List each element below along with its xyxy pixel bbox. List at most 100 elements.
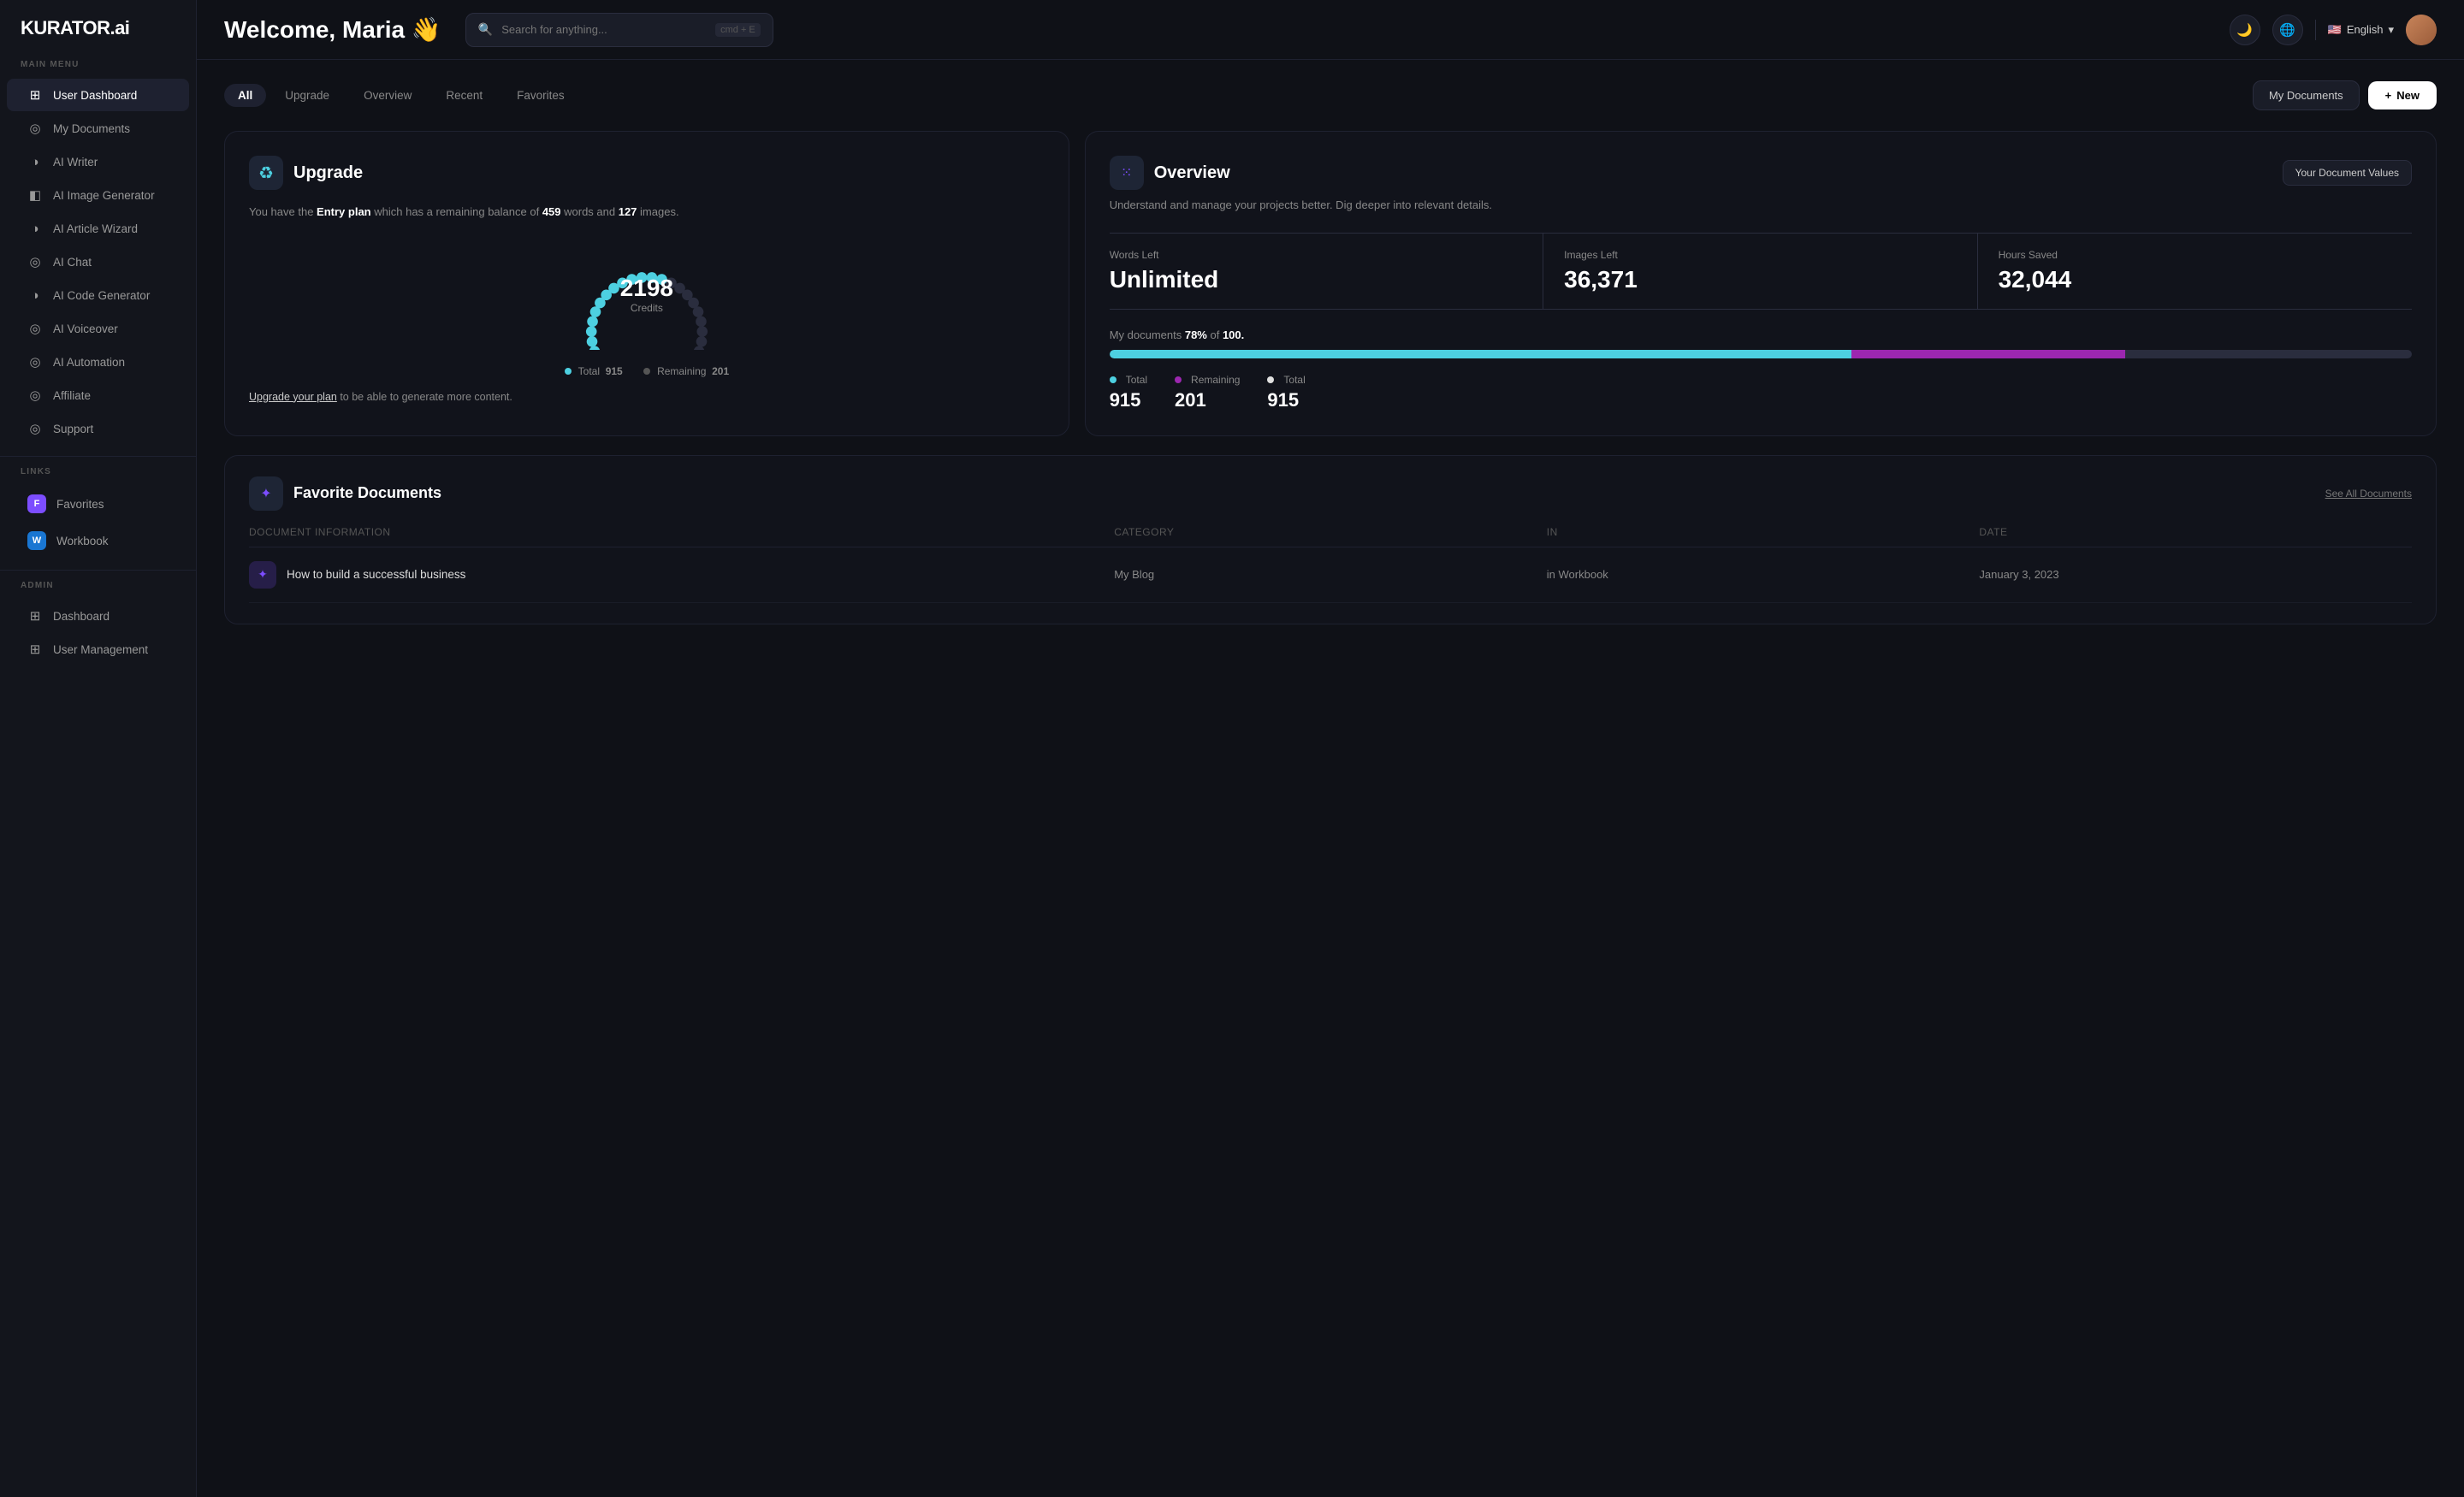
section-title-row: ✦ Favorite Documents: [249, 476, 441, 511]
overview-legend-total: Total 915: [1110, 374, 1147, 411]
sidebar-item-ai-image-generator[interactable]: ◧ AI Image Generator: [7, 179, 189, 211]
upgrade-plan-link[interactable]: Upgrade your plan: [249, 391, 337, 403]
tab-recent[interactable]: Recent: [430, 83, 498, 108]
search-icon: 🔍: [478, 22, 493, 37]
sidebar-link-workbook[interactable]: W Workbook: [7, 523, 189, 559]
total-value: 915: [606, 365, 623, 377]
total-legend: Total 915: [565, 365, 623, 377]
hours-saved-value: 32,044: [1999, 266, 2412, 293]
sidebar-item-ai-code-generator[interactable]: ◑ AI Code Generator: [7, 279, 189, 311]
overview-title-row: ⁙ Overview: [1110, 156, 1230, 190]
credits-label: Credits: [620, 302, 673, 314]
document-values-button[interactable]: Your Document Values: [2283, 160, 2412, 186]
user-avatar[interactable]: [2406, 15, 2437, 45]
new-button-label: New: [2396, 89, 2420, 102]
remaining-label: Remaining: [657, 365, 706, 377]
progress-center: 2198 Credits: [620, 275, 673, 314]
sidebar-admin-icon-dashboard: ⊞: [27, 608, 43, 624]
sidebar-admin-label-user-management: User Management: [53, 643, 148, 656]
hours-saved-label: Hours Saved: [1999, 249, 2412, 261]
sidebar-item-my-documents[interactable]: ◎ My Documents: [7, 112, 189, 145]
col-category: Category: [1114, 526, 1547, 538]
tab-upgrade[interactable]: Upgrade: [270, 83, 345, 108]
docs-progress-label: My documents 78% of 100.: [1110, 328, 2412, 341]
sidebar-icon-ai-automation: ◎: [27, 354, 43, 370]
sidebar-badge-workbook: W: [27, 531, 46, 550]
language-selector[interactable]: 🇺🇸 English ▾: [2328, 23, 2394, 37]
topbar-divider: [2315, 20, 2316, 40]
tab-actions: My Documents + New: [2253, 80, 2437, 110]
sidebar-item-ai-chat[interactable]: ◎ AI Chat: [7, 246, 189, 278]
upgrade-card-subtitle: You have the Entry plan which has a rema…: [249, 204, 1045, 222]
sidebar-admin-icon-user-management: ⊞: [27, 642, 43, 657]
doc-location: in Workbook: [1547, 568, 1980, 581]
filter-tabs-bar: AllUpgradeOverviewRecentFavorites My Doc…: [224, 80, 2437, 110]
sidebar-icon-support: ◎: [27, 421, 43, 436]
total-dot: [565, 368, 572, 375]
topbar: Welcome, Maria 👋 🔍 cmd + E 🌙 🌐 🇺🇸 Englis…: [197, 0, 2464, 60]
sidebar-item-ai-voiceover[interactable]: ◎ AI Voiceover: [7, 312, 189, 345]
stat-images-left: Images Left 36,371: [1543, 234, 1977, 309]
cards-row: ♻ Upgrade You have the Entry plan which …: [224, 131, 2437, 436]
legend-purple-dot: [1175, 376, 1182, 383]
plan-text-3: words and: [561, 205, 619, 218]
sidebar-admin-dashboard[interactable]: ⊞ Dashboard: [7, 600, 189, 632]
overview-icon: ⁙: [1110, 156, 1144, 190]
new-button[interactable]: + New: [2368, 81, 2437, 109]
table-header: Document Information Category In Date: [249, 526, 2412, 547]
upgrade-link-text: Upgrade your plan to be able to generate…: [249, 391, 1045, 403]
my-documents-button[interactable]: My Documents: [2253, 80, 2360, 110]
remaining-value: 201: [712, 365, 729, 377]
upgrade-suffix: to be able to generate more content.: [337, 391, 512, 403]
sidebar-badge-favorites: F: [27, 494, 46, 513]
see-all-documents-link[interactable]: See All Documents: [2325, 488, 2412, 500]
sidebar-admin-user-management[interactable]: ⊞ User Management: [7, 633, 189, 666]
stats-row: Words Left Unlimited Images Left 36,371 …: [1110, 233, 2412, 310]
doc-name: How to build a successful business: [287, 568, 465, 581]
legend-remaining-value: 201: [1175, 389, 1240, 411]
legend-white-dot: [1267, 376, 1274, 383]
sidebar-item-ai-article-wizard[interactable]: ◑ AI Article Wizard: [7, 212, 189, 245]
sidebar-link-label-workbook: Workbook: [56, 535, 109, 547]
plan-text-2: which has a remaining balance of: [371, 205, 542, 218]
main-menu-label: MAIN MENU: [0, 60, 196, 78]
words-left-value: Unlimited: [1110, 266, 1543, 293]
dark-mode-toggle[interactable]: 🌙: [2230, 15, 2260, 45]
sidebar-item-support[interactable]: ◎ Support: [7, 412, 189, 445]
sidebar-link-favorites[interactable]: F Favorites: [7, 486, 189, 522]
sidebar-admin-label-dashboard: Dashboard: [53, 610, 110, 623]
plus-icon: +: [2385, 89, 2392, 102]
col-doc-info: Document Information: [249, 526, 1114, 538]
language-flag: 🇺🇸: [2328, 23, 2342, 37]
search-bar[interactable]: 🔍 cmd + E: [465, 13, 773, 47]
col-in: In: [1547, 526, 1980, 538]
sidebar-label-ai-writer: AI Writer: [53, 156, 98, 169]
tab-all[interactable]: All: [224, 84, 266, 107]
sidebar-label-user-dashboard: User Dashboard: [53, 89, 137, 102]
sidebar-item-user-dashboard[interactable]: ⊞ User Dashboard: [7, 79, 189, 111]
words-count: 459: [542, 205, 561, 218]
sidebar-item-ai-automation[interactable]: ◎ AI Automation: [7, 346, 189, 378]
overview-legend-total2: Total 915: [1267, 374, 1305, 411]
avatar-image: [2406, 15, 2437, 45]
table-row[interactable]: ✦ How to build a successful business My …: [249, 547, 2412, 603]
overview-card-title: Overview: [1154, 163, 1230, 183]
doc-icon: ✦: [249, 561, 276, 589]
page-greeting: Welcome, Maria 👋: [224, 15, 441, 44]
images-count: 127: [619, 205, 637, 218]
docs-pct: 78%: [1185, 328, 1207, 341]
docs-mid: of: [1207, 328, 1223, 341]
docs-progress-bar: [1110, 350, 2412, 358]
favorite-docs-header: ✦ Favorite Documents See All Documents: [249, 476, 2412, 511]
sidebar-item-ai-writer[interactable]: ◑ AI Writer: [7, 145, 189, 178]
globe-icon-btn[interactable]: 🌐: [2272, 15, 2303, 45]
tab-overview[interactable]: Overview: [348, 83, 427, 108]
legend-total2-value: 915: [1267, 389, 1305, 411]
legend-remaining-text: Remaining: [1191, 374, 1240, 386]
favorite-documents-section: ✦ Favorite Documents See All Documents D…: [224, 455, 2437, 624]
tab-favorites[interactable]: Favorites: [501, 83, 580, 108]
sidebar-item-affiliate[interactable]: ◎ Affiliate: [7, 379, 189, 411]
search-input[interactable]: [501, 23, 707, 36]
topbar-right: 🌙 🌐 🇺🇸 English ▾: [2230, 15, 2437, 45]
legend-teal-dot: [1110, 376, 1116, 383]
